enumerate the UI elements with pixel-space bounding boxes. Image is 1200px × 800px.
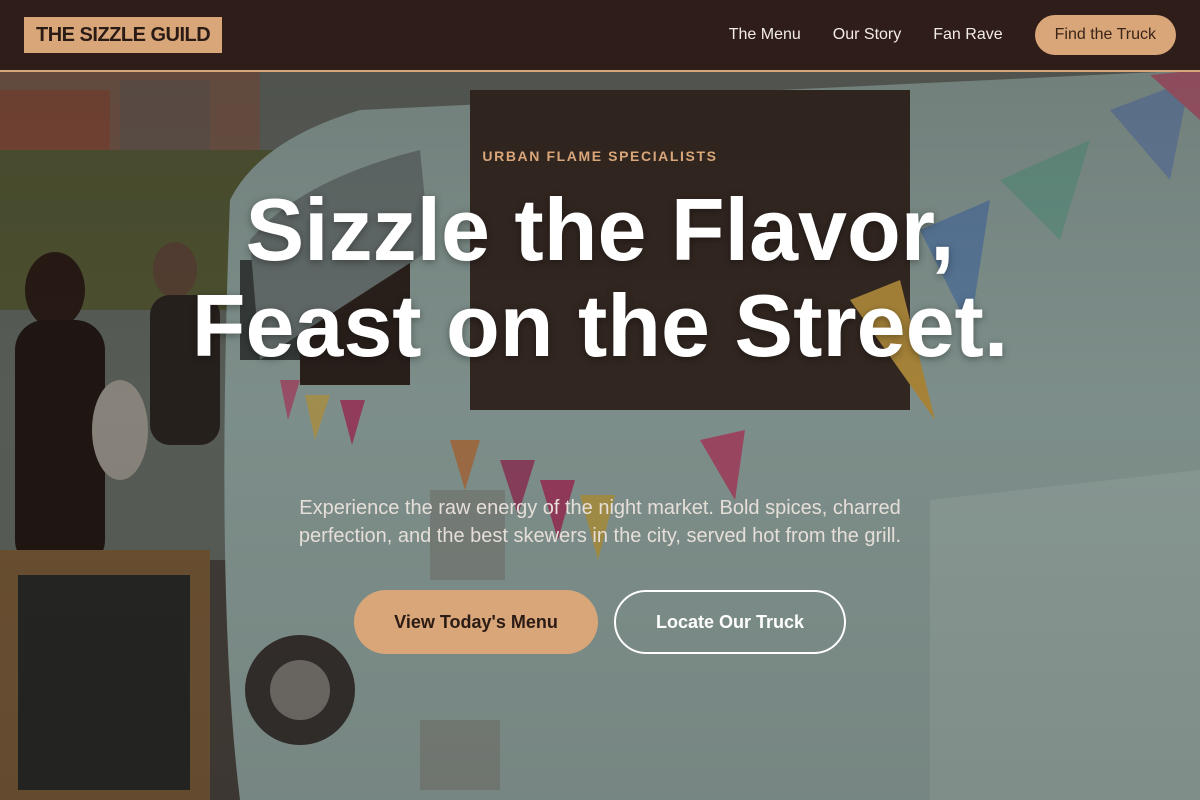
locate-truck-button[interactable]: Locate Our Truck: [614, 590, 846, 654]
hero-headline: Sizzle the Flavor, Feast on the Street.: [191, 180, 1009, 375]
find-truck-button[interactable]: Find the Truck: [1034, 15, 1176, 55]
nav-link-fan-rave[interactable]: Fan Rave: [933, 26, 1002, 44]
view-menu-button[interactable]: View Today's Menu: [354, 590, 598, 654]
navbar: THE SIZZLE GUILD The Menu Our Story Fan …: [0, 0, 1200, 72]
site-logo[interactable]: THE SIZZLE GUILD: [24, 17, 223, 53]
nav-links: The Menu Our Story Fan Rave Find the Tru…: [697, 15, 1176, 55]
nav-link-story[interactable]: Our Story: [833, 26, 901, 44]
hero-content: URBAN FLAME SPECIALISTS Sizzle the Flavo…: [0, 72, 1200, 800]
hero-subtext: Experience the raw energy of the night m…: [298, 497, 902, 547]
hero-eyebrow: URBAN FLAME SPECIALISTS: [482, 148, 718, 164]
nav-link-menu[interactable]: The Menu: [729, 26, 801, 44]
